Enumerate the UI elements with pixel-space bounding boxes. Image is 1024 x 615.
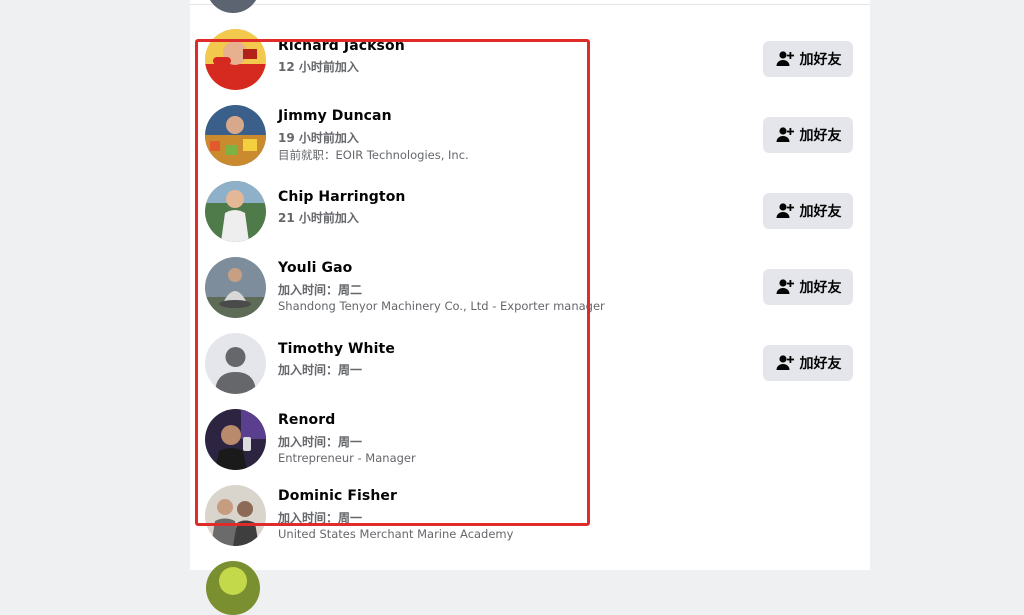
add-friend-label: 加好友 bbox=[799, 128, 842, 144]
member-joined-time: 21 小时前加入 bbox=[278, 211, 359, 225]
member-avatar[interactable] bbox=[205, 333, 266, 394]
member-row: Renord 加入时间：周一 Entrepreneur - Manager bbox=[205, 409, 865, 471]
add-friend-icon bbox=[776, 279, 794, 294]
default-avatar-icon bbox=[205, 333, 266, 394]
add-friend-label: 加好友 bbox=[799, 280, 842, 296]
member-name[interactable]: Dominic Fisher bbox=[278, 488, 397, 504]
member-avatar[interactable] bbox=[205, 181, 266, 242]
member-detail: 目前就职：EOIR Technologies, Inc. bbox=[278, 148, 469, 162]
member-row: Jimmy Duncan 19 小时前加入 目前就职：EOIR Technolo… bbox=[205, 105, 865, 167]
add-friend-button[interactable]: 加好友 bbox=[763, 269, 853, 305]
add-friend-label: 加好友 bbox=[799, 356, 842, 372]
member-detail: United States Merchant Marine Academy bbox=[278, 527, 514, 541]
add-friend-button[interactable]: 加好友 bbox=[763, 117, 853, 153]
member-joined-time: 加入时间：周二 bbox=[278, 283, 363, 297]
member-avatar[interactable] bbox=[205, 485, 266, 546]
add-friend-icon bbox=[776, 127, 794, 142]
add-friend-button[interactable]: 加好友 bbox=[763, 41, 853, 77]
member-row: Youli Gao 加入时间：周二 Shandong Tenyor Machin… bbox=[205, 257, 865, 319]
member-avatar[interactable] bbox=[205, 409, 266, 470]
add-friend-label: 加好友 bbox=[799, 204, 842, 220]
member-joined-time: 加入时间：周一 bbox=[278, 363, 363, 377]
add-friend-label: 加好友 bbox=[799, 52, 842, 68]
add-friend-icon bbox=[776, 203, 794, 218]
partial-avatar-bottom[interactable] bbox=[206, 561, 260, 615]
member-avatar[interactable] bbox=[205, 257, 266, 318]
member-joined-time: 19 小时前加入 bbox=[278, 131, 359, 145]
member-detail: Shandong Tenyor Machinery Co., Ltd - Exp… bbox=[278, 299, 605, 313]
member-row: Dominic Fisher 加入时间：周一 United States Mer… bbox=[205, 485, 865, 547]
member-row: Timothy White 加入时间：周一 加好友 bbox=[205, 333, 865, 395]
member-row: Richard Jackson 12 小时前加入 加好友 bbox=[205, 29, 865, 91]
member-name[interactable]: Youli Gao bbox=[278, 260, 352, 276]
member-joined-time: 12 小时前加入 bbox=[278, 60, 359, 74]
member-joined-time: 加入时间：周一 bbox=[278, 435, 363, 449]
member-name[interactable]: Renord bbox=[278, 412, 335, 428]
member-avatar[interactable] bbox=[205, 105, 266, 166]
member-row: Chip Harrington 21 小时前加入 加好友 bbox=[205, 181, 865, 243]
member-joined-time: 加入时间：周一 bbox=[278, 511, 363, 525]
member-name[interactable]: Jimmy Duncan bbox=[278, 108, 392, 124]
member-name[interactable]: Timothy White bbox=[278, 341, 395, 357]
add-friend-button[interactable]: 加好友 bbox=[763, 345, 853, 381]
add-friend-icon bbox=[776, 355, 794, 370]
member-name[interactable]: Richard Jackson bbox=[278, 38, 405, 54]
divider bbox=[190, 4, 870, 5]
member-name[interactable]: Chip Harrington bbox=[278, 189, 405, 205]
member-detail: Entrepreneur - Manager bbox=[278, 451, 416, 465]
member-avatar[interactable] bbox=[205, 29, 266, 90]
add-friend-button[interactable]: 加好友 bbox=[763, 193, 853, 229]
add-friend-icon bbox=[776, 51, 794, 66]
